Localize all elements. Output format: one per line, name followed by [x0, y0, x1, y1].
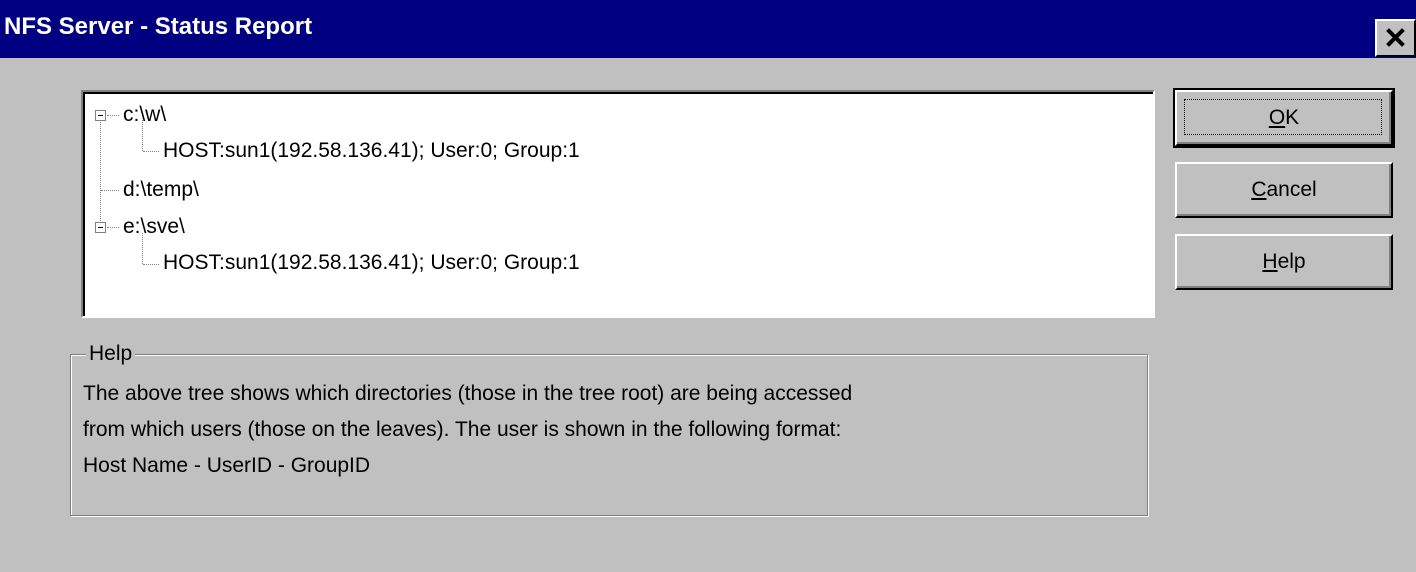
tree-root-line	[100, 115, 101, 223]
tree-branch-line	[107, 115, 119, 116]
close-button[interactable]	[1375, 19, 1416, 57]
help-text-line: Host Name - UserID - GroupID	[83, 454, 371, 477]
cancel-label: Cancel	[1251, 178, 1317, 201]
tree-node-leaf[interactable]: HOST:sun1(192.58.136.41); User:0; Group:…	[163, 250, 580, 276]
tree-node-root[interactable]: d:\temp\	[123, 177, 199, 203]
tree-node-root[interactable]: c:\w\	[123, 102, 166, 128]
title-bar[interactable]: NFS Server - Status Report	[0, 0, 1416, 58]
collapse-node-e-button[interactable]	[95, 222, 106, 233]
tree-inner: c:\w\ HOST:sun1(192.58.136.41); User:0; …	[83, 92, 1153, 316]
window-title: NFS Server - Status Report	[4, 13, 313, 40]
help-label: Help	[1262, 250, 1306, 273]
status-tree[interactable]: c:\w\ HOST:sun1(192.58.136.41); User:0; …	[81, 90, 1155, 318]
close-icon	[1386, 28, 1405, 47]
tree-branch-line	[107, 227, 119, 228]
help-text-line: from which users (those on the leaves). …	[83, 418, 842, 441]
collapse-node-c-button[interactable]	[95, 110, 106, 121]
tree-node-leaf[interactable]: HOST:sun1(192.58.136.41); User:0; Group:…	[163, 138, 580, 164]
help-button[interactable]: Help	[1175, 234, 1393, 290]
tree-child-line	[143, 264, 159, 265]
ok-button[interactable]: OK	[1173, 88, 1395, 148]
cancel-button[interactable]: Cancel	[1175, 162, 1393, 218]
ok-label: OK	[1268, 106, 1300, 129]
tree-node-root[interactable]: e:\sve\	[123, 214, 185, 240]
tree-branch-line	[101, 190, 119, 191]
dialog-window: NFS Server - Status Report c:\w\ HOST:su…	[0, 0, 1416, 572]
help-group-label: Help	[86, 341, 136, 367]
tree-child-line	[143, 151, 159, 152]
help-text-line: The above tree shows which directories (…	[83, 382, 853, 405]
